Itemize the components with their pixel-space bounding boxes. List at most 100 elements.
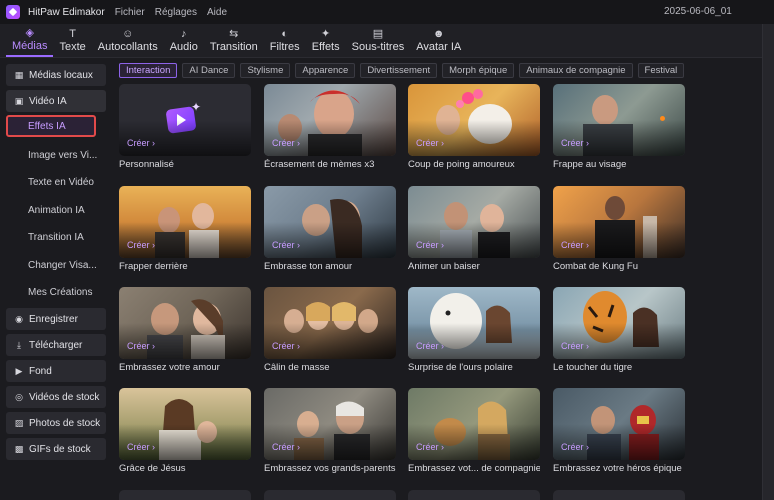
effect-card[interactable]: Créer › Embrassez vot... de compagnie [408, 388, 540, 474]
effect-card[interactable]: Créer › Grâce de Jésus [119, 388, 251, 474]
create-button[interactable]: Créer › [561, 442, 589, 452]
create-button[interactable]: Créer › [416, 138, 444, 148]
sidebar-item-background[interactable]: ▶ Fond [6, 360, 106, 382]
project-name: 2025-06-06_01 [664, 6, 732, 17]
filter-festival[interactable]: Festival [637, 63, 685, 78]
tab-transition[interactable]: ⇆ Transition [204, 23, 264, 57]
effect-thumbnail[interactable]: Créer › [553, 287, 685, 359]
effect-caption: Embrassez votre amour [119, 362, 220, 373]
effect-thumbnail[interactable]: Créer › [408, 186, 540, 258]
sidebar-item-stock-photos[interactable]: ▨ Photos de stock [6, 412, 106, 434]
effect-caption: Animer un baiser [408, 261, 480, 272]
effect-card[interactable]: Créer › Frapper derrière [119, 186, 251, 272]
effect-card[interactable]: Créer › Surprise de l'ours polaire [408, 287, 540, 373]
effect-card[interactable]: Créer › Combat de Kung Fu [553, 186, 685, 272]
tab-media[interactable]: ◈ Médias [6, 23, 54, 57]
tab-label: Médias [12, 39, 48, 52]
create-button[interactable]: Créer › [127, 442, 155, 452]
tab-avatar[interactable]: ☻ Avatar IA [410, 23, 467, 57]
sidebar-item-stock-gifs[interactable]: ▩ GIFs de stock [6, 438, 106, 460]
tab-text[interactable]: T Texte [53, 23, 91, 57]
tab-filters[interactable]: ◐ Filtres [264, 23, 306, 57]
right-panel-edge[interactable] [762, 24, 774, 500]
effect-thumbnail[interactable]: Créer › [408, 84, 540, 156]
filter-epic-morph[interactable]: Morph épique [442, 63, 515, 78]
create-button[interactable]: Créer › [127, 138, 155, 148]
sidebar-item-stock-videos[interactable]: ◎ Vidéos de stock [6, 386, 106, 408]
create-button[interactable]: Créer › [416, 240, 444, 250]
sidebar-item-download[interactable]: ⤓ Télécharger [6, 334, 106, 356]
effect-card[interactable]: Créer › Le toucher du tigre [553, 287, 685, 373]
effect-caption: Personnalisé [119, 159, 174, 170]
effect-card[interactable]: Créer › Frappe au visage [553, 84, 685, 170]
filter-styling[interactable]: Stylisme [240, 63, 291, 78]
effects-grid: ✦ Créer › Personnalisé Créer › Écrasemen… [118, 84, 758, 500]
create-button[interactable]: Créer › [127, 341, 155, 351]
effect-thumbnail[interactable]: Créer › [408, 287, 540, 359]
effect-thumbnail[interactable]: Créer › [553, 186, 685, 258]
gif-icon: ▩ [14, 444, 24, 454]
effect-thumbnail[interactable]: Créer › [119, 388, 251, 460]
effect-thumbnail[interactable]: ✦ Créer › [119, 84, 251, 156]
create-button[interactable]: Créer › [272, 442, 300, 452]
create-button[interactable]: Créer › [272, 138, 300, 148]
create-button[interactable]: Créer › [561, 138, 589, 148]
effect-card[interactable]: Créer › Embrassez votre héros épique [553, 388, 685, 474]
effect-thumbnail[interactable]: Créer › [119, 287, 251, 359]
create-button[interactable]: Créer › [127, 240, 155, 250]
effect-thumbnail[interactable]: Créer › [264, 287, 396, 359]
effect-thumbnail[interactable]: Créer › [264, 186, 396, 258]
tab-label: Transition [209, 40, 258, 53]
sidebar-item-local-media[interactable]: ▦ Médias locaux [6, 64, 106, 86]
sidebar-item-my-creations[interactable]: Mes Créations [6, 281, 106, 303]
menu-help[interactable]: Aide [207, 7, 227, 18]
filter-interaction[interactable]: Interaction [119, 63, 178, 78]
tab-label: Sous-titres [351, 40, 405, 53]
tab-label: Texte [59, 40, 86, 53]
effect-thumbnail[interactable]: Créer › [264, 388, 396, 460]
sidebar-item-ai-animation[interactable]: Animation IA [6, 199, 106, 221]
effect-card[interactable]: Créer › Embrasse ton amour [264, 186, 396, 272]
effect-card[interactable]: Créer › Animer un baiser [408, 186, 540, 272]
sidebar-item-ai-effects[interactable]: Effets IA [6, 115, 96, 137]
title-bar: HitPaw Edimakor Fichier Réglages Aide 20… [0, 0, 774, 24]
menu-settings[interactable]: Réglages [155, 7, 197, 18]
sidebar-item-image-to-video[interactable]: Image vers Vi... [6, 144, 106, 166]
filter-appearance[interactable]: Apparence [295, 63, 356, 78]
effect-thumbnail[interactable]: Créer › [408, 388, 540, 460]
effect-thumbnail[interactable]: Créer › [553, 84, 685, 156]
effect-thumbnail[interactable]: Créer › [264, 84, 396, 156]
filter-entertainment[interactable]: Divertissement [360, 63, 438, 78]
menu-file[interactable]: Fichier [115, 7, 145, 18]
sidebar-item-face-swap[interactable]: Changer Visa... [6, 254, 106, 276]
create-button[interactable]: Créer › [561, 240, 589, 250]
effect-card[interactable]: Créer › Coup de poing amoureux [408, 84, 540, 170]
create-button[interactable]: Créer › [561, 341, 589, 351]
effect-card[interactable]: ✦ Créer › Personnalisé [119, 84, 251, 170]
effect-caption: Embrassez votre héros épique [553, 463, 682, 474]
sidebar-item-record[interactable]: ◉ Enregistrer [6, 308, 106, 330]
tab-subtitles[interactable]: ▤ Sous-titres [346, 23, 411, 57]
sidebar-item-ai-transition[interactable]: Transition IA [6, 226, 106, 248]
tab-stickers[interactable]: ☺ Autocollants [92, 23, 164, 57]
create-button[interactable]: Créer › [416, 341, 444, 351]
effect-card[interactable]: Créer › Câlin de masse [264, 287, 396, 373]
effect-thumbnail[interactable]: Créer › [119, 186, 251, 258]
sidebar-item-ai-video[interactable]: ▣ Vidéo IA [6, 90, 106, 112]
effect-card[interactable]: Créer › Embrassez vos grands-parents [264, 388, 396, 474]
effect-caption: Combat de Kung Fu [553, 261, 639, 272]
filter-pets[interactable]: Animaux de compagnie [519, 63, 633, 78]
tab-audio[interactable]: ♪ Audio [164, 23, 204, 57]
create-button[interactable]: Créer › [272, 341, 300, 351]
effect-thumbnail[interactable]: Créer › [553, 388, 685, 460]
category-filters: Interaction AI Dance Stylisme Apparence … [119, 63, 689, 79]
sidebar-item-text-to-video[interactable]: Texte en Vidéo [6, 171, 106, 193]
sidebar-item-label: Changer Visa... [28, 259, 97, 271]
tab-label: Autocollants [97, 40, 158, 53]
tab-effects[interactable]: ✦ Effets [306, 23, 346, 57]
create-button[interactable]: Créer › [272, 240, 300, 250]
filter-ai-dance[interactable]: AI Dance [182, 63, 236, 78]
effect-card[interactable]: Créer › Écrasement de mèmes x3 [264, 84, 396, 170]
create-button[interactable]: Créer › [416, 442, 444, 452]
effect-card[interactable]: Créer › Embrassez votre amour [119, 287, 251, 373]
